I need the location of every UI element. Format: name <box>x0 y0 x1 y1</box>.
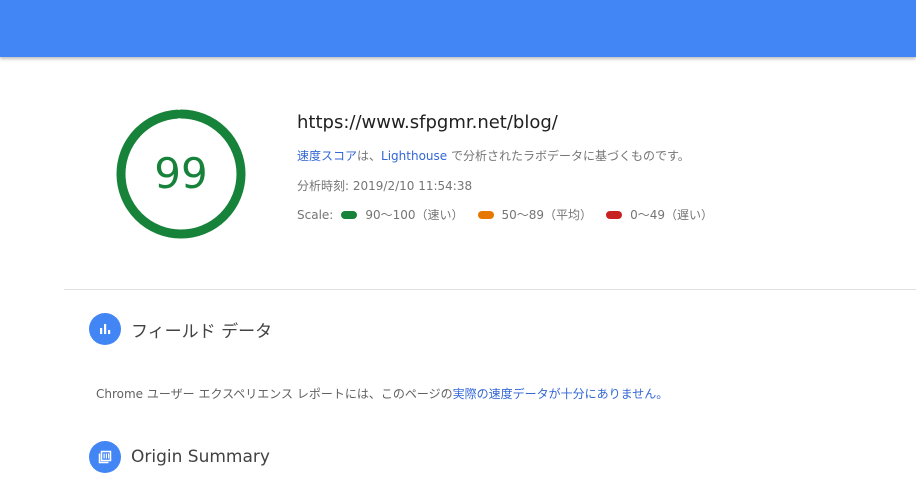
average-pill-icon <box>477 210 494 219</box>
score-gauge: 99 <box>112 105 250 243</box>
slow-pill-icon <box>606 210 623 219</box>
scale-label: Scale: <box>297 207 334 222</box>
bar-chart-icon <box>89 313 121 345</box>
analysis-time: 分析時刻: 2019/2/10 11:54:38 <box>297 179 473 193</box>
origin-summary-title: Origin Summary <box>131 447 270 467</box>
field-data-header: フィールド データ <box>89 313 272 345</box>
section-divider <box>64 289 916 290</box>
speed-score-link[interactable]: 速度スコア <box>297 149 357 163</box>
score-description: 速度スコアは、Lighthouse で分析されたラボデータに基づくものです。 <box>297 147 897 164</box>
description-text-2: で分析されたラボデータに基づくものです。 <box>447 149 690 163</box>
origin-summary-header: Origin Summary <box>89 441 270 473</box>
library-icon <box>89 441 121 473</box>
top-app-bar <box>0 0 916 57</box>
analyzed-url: https://www.sfpgmr.net/blog/ <box>297 112 558 133</box>
scale-fast-label: 90〜100（速い） <box>365 208 464 222</box>
fast-pill-icon <box>341 210 358 219</box>
report-meta: https://www.sfpgmr.net/blog/ 速度スコアは、Ligh… <box>297 112 897 223</box>
lighthouse-link[interactable]: Lighthouse <box>381 149 447 163</box>
field-data-link[interactable]: 実際の速度データが十分にありません。 <box>453 387 669 401</box>
field-data-message-text: Chrome ユーザー エクスペリエンス レポートには、このページの <box>96 387 453 401</box>
field-data-title: フィールド データ <box>131 321 273 342</box>
scale-fast: 90〜100（速い） <box>341 206 464 223</box>
scale-average: 50〜89（平均） <box>477 206 593 223</box>
scale-slow-label: 0〜49（遅い） <box>630 208 713 222</box>
field-data-message: Chrome ユーザー エクスペリエンス レポートには、このページの実際の速度デ… <box>96 385 668 402</box>
scale-average-label: 50〜89（平均） <box>501 208 593 222</box>
score-summary: 99 https://www.sfpgmr.net/blog/ 速度スコアは、L… <box>0 57 916 290</box>
score-value: 99 <box>154 149 208 198</box>
scale-slow: 0〜49（遅い） <box>606 206 713 223</box>
score-scale: Scale: 90〜100（速い） 50〜89（平均） 0〜49（遅い） <box>297 206 897 223</box>
description-text: は、 <box>357 149 382 163</box>
